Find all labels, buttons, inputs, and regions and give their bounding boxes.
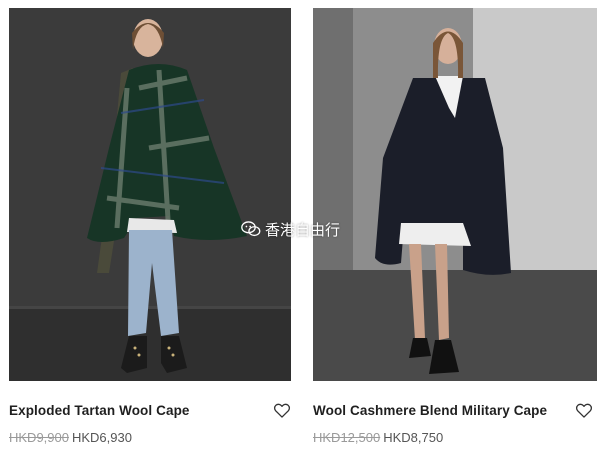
price-row: HKD9,900 HKD6,930 (9, 430, 291, 445)
sale-price: HKD6,930 (71, 430, 132, 445)
heart-outline-icon[interactable] (272, 400, 292, 420)
product-image[interactable] (313, 8, 597, 381)
product-image[interactable] (9, 8, 291, 381)
wechat-icon (241, 221, 261, 237)
watermark-text: 香港自由行 (265, 221, 341, 239)
product-card-military-cape[interactable]: Wool Cashmere Blend Military Cape HKD12,… (313, 8, 597, 445)
original-price: HKD9,900 (9, 430, 69, 445)
sale-price: HKD8,750 (383, 430, 444, 445)
heart-outline-icon[interactable] (574, 400, 594, 420)
original-price: HKD12,500 (313, 430, 381, 445)
model-tartan-cape-photo (9, 8, 291, 381)
model-military-cape-photo (313, 8, 597, 381)
wechat-watermark: 香港自由行 (241, 218, 340, 240)
product-title[interactable]: Wool Cashmere Blend Military Cape (313, 403, 547, 418)
product-title[interactable]: Exploded Tartan Wool Cape (9, 403, 190, 418)
price-row: HKD12,500 HKD8,750 (313, 430, 597, 445)
